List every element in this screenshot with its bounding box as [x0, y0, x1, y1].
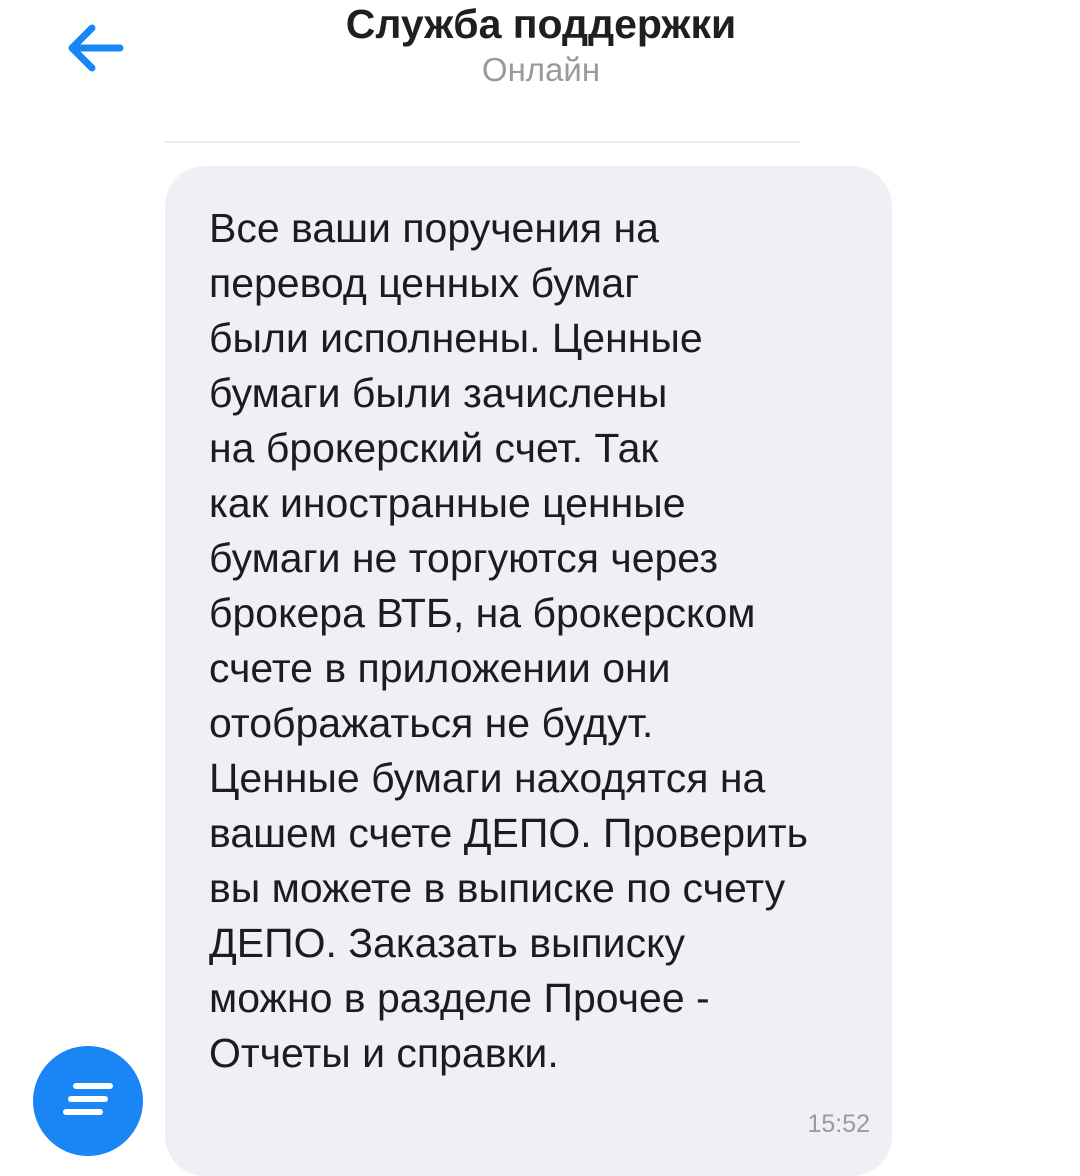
message-line: можно в разделе Прочее -: [209, 975, 710, 1021]
message-line: вашем счете ДЕПО. Проверить: [209, 810, 809, 856]
message-line: перевод ценных бумаг: [209, 260, 640, 306]
message-line: Ценные бумаги находятся на: [209, 755, 766, 801]
message-line: вы можете в выписке по счету: [209, 865, 786, 911]
message-line: Отчеты и справки.: [209, 1030, 559, 1076]
message-line: брокера ВТБ, на брокерском: [209, 590, 756, 636]
online-status: Онлайн: [481, 51, 601, 88]
chat-header: Служба поддержки Онлайн: [0, 0, 1080, 145]
message-timestamp: 15:52: [807, 1110, 870, 1138]
header-divider: [164, 141, 800, 143]
message-line: бумаги не торгуются через: [209, 535, 718, 581]
page-title: Служба поддержки: [345, 1, 737, 47]
message-line: как иностранные ценные: [209, 480, 686, 526]
message-line: ДЕПО. Заказать выписку: [209, 920, 685, 966]
message-line: Все ваши поручения на: [209, 205, 659, 251]
menu-fab-button[interactable]: [33, 1046, 143, 1156]
message-line: на брокерский счет. Так: [209, 425, 659, 471]
message-line: отображаться не будут.: [209, 700, 654, 746]
message-line: счете в приложении они: [209, 645, 671, 691]
message-line: бумаги были зачислены: [209, 370, 668, 416]
menu-lines-icon: [63, 1083, 113, 1115]
message-line: были исполнены. Ценные: [209, 315, 703, 361]
